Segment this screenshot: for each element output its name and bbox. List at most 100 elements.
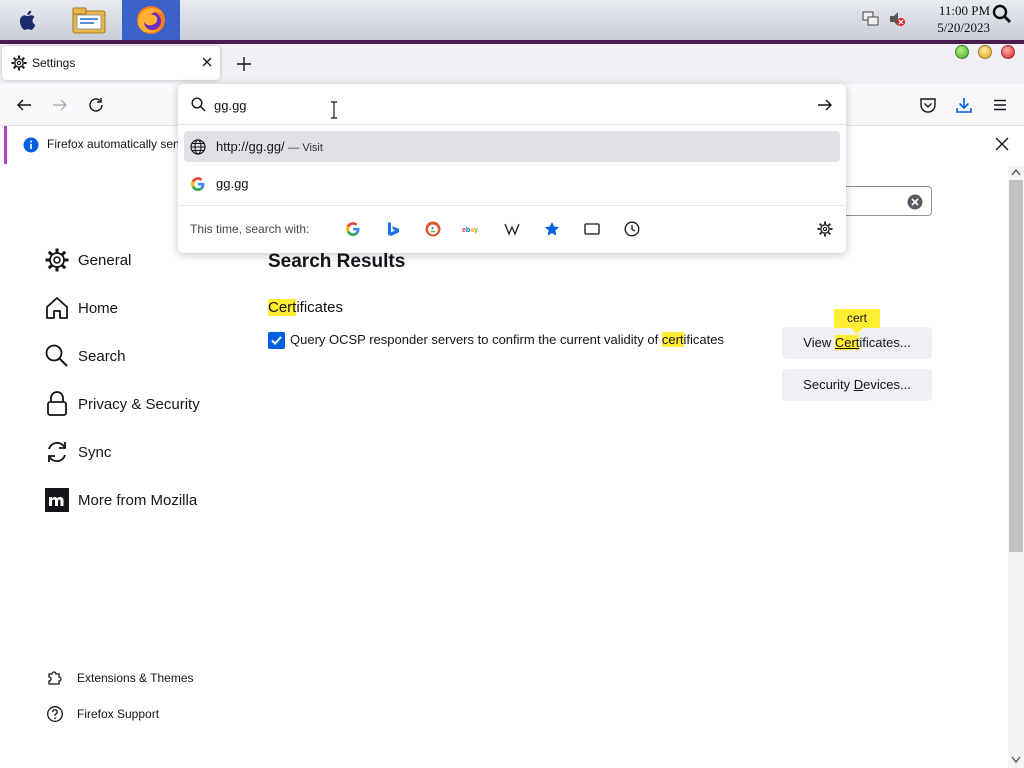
firefox-support-link[interactable]: Firefox Support bbox=[46, 704, 159, 724]
ebay-icon[interactable]: ebay bbox=[462, 221, 478, 237]
heading-text: ificates bbox=[296, 299, 344, 316]
lock-icon bbox=[47, 391, 67, 416]
apple-icon[interactable] bbox=[16, 8, 40, 32]
tab-strip: Settings bbox=[0, 44, 1024, 84]
firefox-support-label: Firefox Support bbox=[77, 707, 160, 721]
scrollbar-thumb[interactable] bbox=[1009, 180, 1023, 552]
section-heading-certificates: Certificates bbox=[268, 299, 343, 316]
home-icon bbox=[46, 297, 68, 319]
wikipedia-icon[interactable] bbox=[504, 221, 520, 237]
ocsp-text: ificates bbox=[683, 332, 724, 347]
sidebar-item-search[interactable]: Search bbox=[44, 342, 126, 370]
button-text: View bbox=[803, 335, 835, 350]
firefox-taskbar-button[interactable] bbox=[122, 0, 180, 40]
suggestion-search-google[interactable]: gg.gg bbox=[184, 168, 840, 199]
bing-icon[interactable] bbox=[385, 221, 401, 237]
search-match-highlight: Cert bbox=[268, 299, 297, 316]
hamburger-menu-icon[interactable] bbox=[991, 96, 1009, 114]
extensions-themes-label: Extensions & Themes bbox=[77, 671, 194, 685]
tab-title: Settings bbox=[32, 56, 76, 70]
puzzle-icon bbox=[48, 671, 62, 685]
folder-icon[interactable] bbox=[72, 6, 106, 34]
bookmarks-icon[interactable] bbox=[544, 221, 560, 237]
search-match-highlight: cert bbox=[661, 332, 684, 347]
system-clock[interactable]: 11:00 PM 5/20/2023 bbox=[916, 2, 990, 36]
reload-icon[interactable] bbox=[87, 96, 105, 114]
settings-search-input[interactable] bbox=[846, 186, 932, 216]
window-maximize-button[interactable] bbox=[955, 45, 969, 59]
button-text: ificates... bbox=[859, 335, 911, 350]
sidebar-item-label: Sync bbox=[78, 443, 112, 461]
suggestion-visit-url[interactable]: http://gg.gg/ — Visit bbox=[184, 131, 840, 162]
gear-icon[interactable] bbox=[817, 221, 833, 237]
ocsp-checkbox[interactable] bbox=[268, 332, 285, 349]
go-arrow-icon[interactable] bbox=[816, 96, 834, 114]
forward-arrow-icon[interactable] bbox=[51, 96, 69, 114]
scroll-down-arrow-icon[interactable] bbox=[1011, 756, 1021, 764]
downloads-icon[interactable] bbox=[955, 96, 973, 114]
gear-icon bbox=[11, 55, 27, 71]
sidebar-item-home[interactable]: Home bbox=[44, 294, 118, 322]
gear-icon bbox=[45, 248, 69, 272]
clock-date: 5/20/2023 bbox=[937, 20, 990, 35]
security-devices-button[interactable]: Security Devices... bbox=[782, 369, 932, 401]
sidebar-item-label: More from Mozilla bbox=[78, 491, 198, 509]
notification-message: Firefox automatically send bbox=[47, 137, 187, 151]
network-icon[interactable] bbox=[862, 10, 880, 28]
checkmark-icon bbox=[271, 336, 282, 345]
text-cursor-icon bbox=[331, 101, 337, 119]
sidebar-item-general[interactable]: General bbox=[44, 246, 131, 274]
close-icon[interactable] bbox=[995, 137, 1009, 151]
scroll-up-arrow-icon[interactable] bbox=[1011, 168, 1021, 176]
divider bbox=[178, 205, 846, 206]
tab-settings[interactable]: Settings bbox=[2, 46, 220, 80]
svg-text:ebay: ebay bbox=[462, 227, 478, 234]
globe-icon bbox=[190, 139, 206, 155]
divider bbox=[178, 124, 846, 125]
clock-time: 11:00 PM bbox=[938, 3, 990, 18]
sidebar-item-privacy-security[interactable]: Privacy & Security bbox=[44, 390, 200, 418]
sidebar-item-label: Search bbox=[78, 347, 126, 365]
close-tab-icon[interactable] bbox=[200, 55, 214, 69]
duckduckgo-icon[interactable] bbox=[425, 221, 441, 237]
one-off-search-label: This time, search with: bbox=[190, 222, 310, 236]
back-arrow-icon[interactable] bbox=[15, 96, 33, 114]
volume-muted-icon[interactable] bbox=[888, 10, 906, 28]
sync-icon bbox=[48, 441, 66, 463]
page-scrollbar[interactable] bbox=[1008, 166, 1024, 768]
help-icon bbox=[47, 706, 63, 722]
firefox-icon bbox=[137, 6, 165, 34]
window-minimize-button[interactable] bbox=[978, 45, 992, 59]
search-icon bbox=[191, 97, 206, 112]
window-close-button[interactable] bbox=[1001, 45, 1015, 59]
sidebar-item-label: General bbox=[78, 251, 132, 269]
info-icon bbox=[23, 137, 39, 153]
os-top-bar: 11:00 PM 5/20/2023 bbox=[0, 0, 1024, 40]
sidebar-item-more-from-mozilla[interactable]: More from Mozilla bbox=[44, 486, 197, 514]
tabs-icon[interactable] bbox=[584, 221, 600, 237]
google-icon bbox=[191, 177, 205, 192]
history-icon[interactable] bbox=[624, 221, 640, 237]
suggestion-search-text: gg.gg bbox=[216, 176, 249, 191]
search-match-tooltip: cert bbox=[834, 309, 880, 334]
mozilla-icon bbox=[45, 488, 69, 512]
ocsp-checkbox-label: Query OCSP responder servers to confirm … bbox=[290, 332, 724, 347]
extensions-themes-link[interactable]: Extensions & Themes bbox=[46, 668, 194, 688]
suggestion-action: — Visit bbox=[288, 142, 323, 154]
url-input[interactable] bbox=[214, 94, 794, 116]
sidebar-item-label: Home bbox=[78, 299, 119, 317]
button-text: evices... bbox=[863, 377, 911, 392]
urlbar-dropdown: http://gg.gg/ — Visit gg.gg This time, s… bbox=[178, 84, 846, 253]
access-key: D bbox=[853, 377, 864, 392]
button-text: Security bbox=[803, 377, 854, 392]
new-tab-icon[interactable] bbox=[234, 54, 254, 74]
spotlight-search-icon[interactable] bbox=[992, 4, 1012, 24]
clear-search-icon[interactable] bbox=[907, 194, 923, 210]
suggestion-url: http://gg.gg/ bbox=[216, 139, 285, 154]
page-title: Search Results bbox=[268, 251, 406, 272]
sidebar-item-sync[interactable]: Sync bbox=[44, 438, 111, 466]
suggestion-text: http://gg.gg/ — Visit bbox=[216, 139, 323, 154]
ocsp-text: Query OCSP responder servers to confirm … bbox=[290, 332, 662, 347]
google-icon[interactable] bbox=[345, 221, 361, 237]
pocket-icon[interactable] bbox=[919, 96, 937, 114]
